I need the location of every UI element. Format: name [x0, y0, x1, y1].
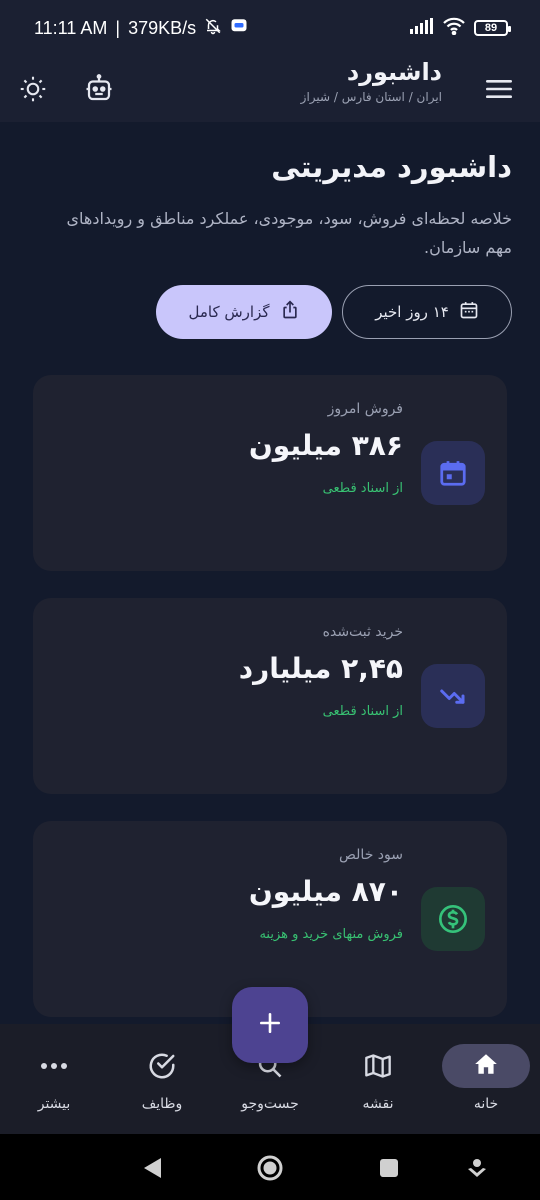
calendar-icon [459, 300, 479, 324]
share-icon [280, 299, 300, 325]
nav-label: نقشه [362, 1096, 394, 1112]
menu-icon[interactable] [476, 66, 522, 112]
home-button-icon[interactable] [256, 1154, 284, 1182]
signal-icon [410, 17, 434, 39]
sun-icon[interactable] [10, 66, 56, 112]
message-icon [230, 17, 248, 40]
card-value: ۳۸۶ میلیون [248, 429, 403, 462]
map-icon [333, 1044, 423, 1088]
status-divider: | [115, 17, 121, 38]
nav-label: وظایف [141, 1096, 183, 1112]
app-title-block: داشبورد ایران / استان فارس / شیراز [301, 58, 442, 104]
breadcrumb: ایران / استان فارس / شیراز [300, 90, 442, 104]
page-title: داشبورد مدیریتی [271, 150, 512, 184]
kpi-card-sales[interactable]: فروش امروز ۳۸۶ میلیون از اسناد قطعی [33, 375, 507, 571]
recents-icon[interactable] [375, 1154, 403, 1182]
date-range-button[interactable]: ۱۴ روز اخیر [342, 285, 512, 339]
card-label: خرید ثبت‌شده [322, 624, 403, 640]
plus-icon [259, 1012, 281, 1038]
nav-item-home[interactable]: خانه [441, 1044, 531, 1124]
app-title: داشبورد [346, 58, 442, 86]
task-check-icon [117, 1044, 207, 1088]
dollar-icon [421, 887, 485, 951]
mute-notification-icon [204, 17, 222, 40]
nav-label: جست‌وجو [241, 1096, 299, 1112]
status-right: 89 [410, 17, 511, 40]
status-bar: 11:11 AM | 379KB/s 89 [0, 0, 540, 56]
trend-down-icon [421, 664, 485, 728]
card-note: از اسناد قطعی [322, 481, 403, 496]
nav-item-tasks[interactable]: وظایف [117, 1044, 207, 1124]
robot-icon[interactable] [76, 66, 122, 112]
assistant-icon[interactable] [463, 1154, 491, 1182]
status-time: 11:11 AM [34, 17, 108, 38]
nav-item-more[interactable]: بیشتر [9, 1044, 99, 1124]
card-note: از اسناد قطعی [322, 704, 403, 719]
wifi-icon [442, 17, 466, 40]
battery-icon: 89 [474, 20, 511, 36]
card-label: سود خالص [339, 847, 403, 863]
status-left: 11:11 AM | 379KB/s [34, 17, 248, 40]
full-report-button[interactable]: گزارش کامل [156, 285, 332, 339]
card-value: ۲,۴۵ میلیارد [238, 652, 403, 685]
nav-label: بیشتر [37, 1096, 71, 1112]
page-description: خلاصه لحظه‌ای فروش، سود، موجودی، عملکرد … [66, 209, 513, 257]
home-active-indicator [442, 1044, 530, 1088]
nav-item-map[interactable]: نقشه [333, 1044, 423, 1124]
network-speed: 379KB/s [128, 17, 197, 38]
full-report-label: گزارش کامل [188, 303, 270, 321]
add-fab-button[interactable] [232, 987, 308, 1063]
kpi-card-purchases[interactable]: خرید ثبت‌شده ۲,۴۵ میلیارد از اسناد قطعی [33, 598, 507, 794]
card-value: ۸۷۰ میلیون [248, 875, 403, 908]
system-nav-bar [0, 1134, 540, 1200]
app-bar: داشبورد ایران / استان فارس / شیراز [0, 56, 540, 122]
nav-label: خانه [473, 1096, 499, 1112]
back-icon[interactable] [138, 1154, 166, 1182]
date-range-label: ۱۴ روز اخیر [375, 303, 449, 321]
card-note: فروش منهای خرید و هزینه [259, 927, 403, 942]
calendar-icon [421, 441, 485, 505]
card-label: فروش امروز [327, 401, 403, 417]
more-icon [9, 1044, 99, 1088]
home-icon [473, 1051, 499, 1081]
